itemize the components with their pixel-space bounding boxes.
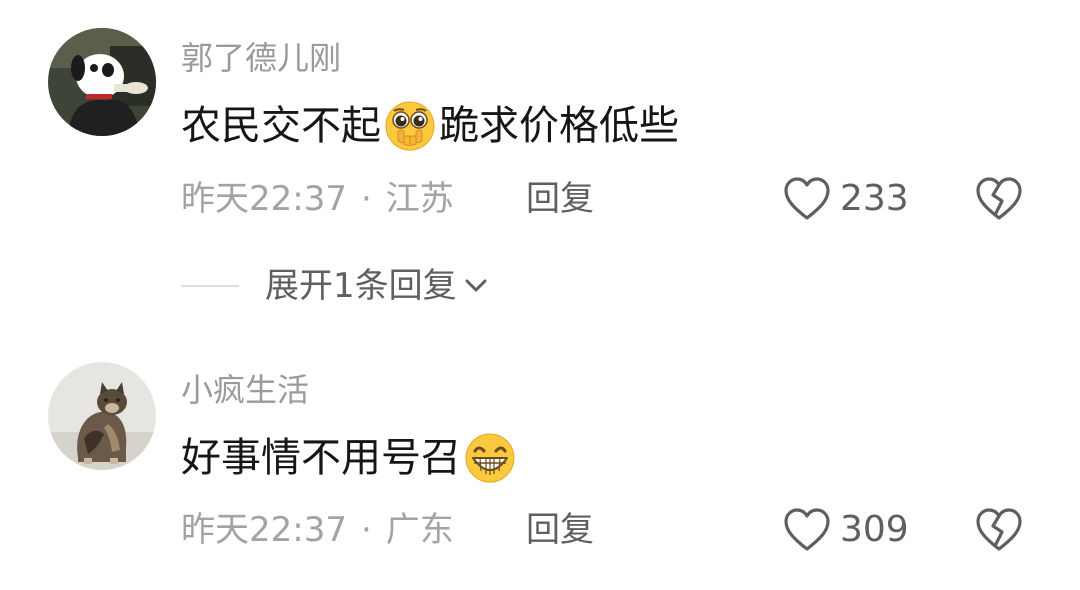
grinning-face-icon — [462, 430, 518, 486]
reply-button[interactable]: 回复 — [526, 508, 594, 552]
like-count: 233 — [840, 178, 909, 219]
timestamp: 昨天22:37 — [181, 510, 347, 550]
chevron-down-icon — [465, 279, 487, 292]
comment-item: 郭了德儿刚 农民交不起 跪求价格低些 昨天22:37 · 江苏 回复 233 展… — [0, 0, 1080, 330]
pleading-face-icon — [382, 98, 438, 154]
like-button[interactable]: 233 — [782, 175, 909, 223]
meta-separator: · — [360, 179, 372, 219]
location: 江苏 — [385, 179, 454, 219]
location: 广东 — [385, 510, 454, 550]
dislike-button[interactable] — [974, 175, 1024, 223]
cat-avatar-icon — [48, 362, 156, 470]
comment-text: 好事情不用号召 — [181, 430, 519, 486]
comment-meta: 昨天22:37 · 江苏 — [181, 177, 454, 221]
reply-button[interactable]: 回复 — [526, 177, 594, 221]
like-button[interactable]: 309 — [782, 506, 909, 554]
meta-separator: · — [360, 510, 372, 550]
like-count: 309 — [840, 509, 909, 550]
dog-avatar-icon — [48, 28, 156, 136]
avatar[interactable] — [48, 28, 156, 136]
divider — [181, 285, 239, 287]
username[interactable]: 小疯生活 — [181, 370, 309, 410]
comment-list: 郭了德儿刚 农民交不起 跪求价格低些 昨天22:37 · 江苏 回复 233 展… — [0, 0, 1080, 590]
broken-heart-icon — [976, 177, 1022, 220]
expand-replies-label: 展开1条回复 — [265, 266, 457, 306]
broken-heart-icon — [976, 508, 1022, 551]
heart-icon — [784, 508, 830, 551]
avatar[interactable] — [48, 362, 156, 470]
comment-text-part: 农民交不起 — [181, 103, 381, 149]
timestamp: 昨天22:37 — [181, 179, 347, 219]
heart-icon — [784, 177, 830, 220]
comment-meta: 昨天22:37 · 广东 — [181, 508, 454, 552]
comment-text-part: 好事情不用号召 — [181, 435, 461, 481]
comment-text: 农民交不起 跪求价格低些 — [181, 98, 679, 154]
dislike-button[interactable] — [974, 506, 1024, 554]
expand-replies-row: 展开1条回复 — [181, 264, 491, 308]
comment-item: 小疯生活 好事情不用号召 昨天22:37 · 广东 回复 309 — [0, 340, 1080, 590]
comment-text-part: 跪求价格低些 — [439, 103, 679, 149]
expand-replies-button[interactable]: 展开1条回复 — [265, 264, 491, 308]
username[interactable]: 郭了德儿刚 — [181, 38, 341, 78]
